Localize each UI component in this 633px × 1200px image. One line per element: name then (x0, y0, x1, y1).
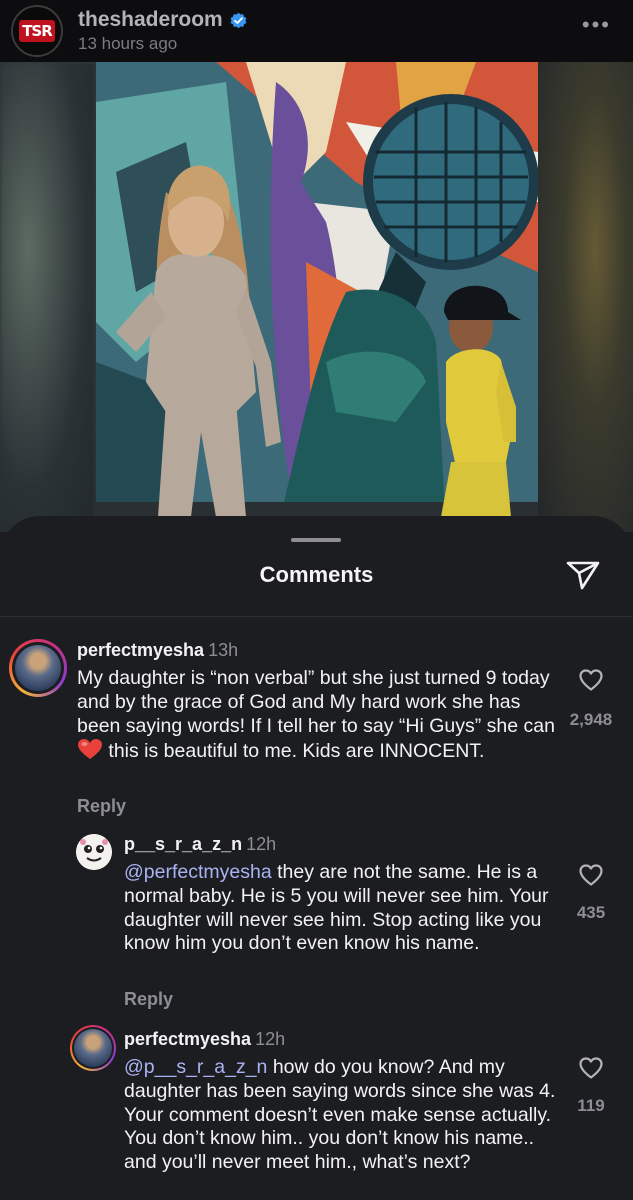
post-timestamp: 13 hours ago (78, 34, 178, 53)
mural-scene-image (96, 62, 538, 532)
reply-item: perfectmyesha 12h @p__s_r_a_z_n how do yo… (0, 516, 633, 1200)
like-control[interactable] (573, 1057, 609, 1079)
comment-time: 12h (255, 1029, 286, 1049)
like-count: 119 (577, 1096, 605, 1115)
comment-text: @p__s_r_a_z_n how do you know? And my da… (124, 1056, 556, 1175)
media-blur-left (0, 62, 96, 532)
heart-icon[interactable] (579, 1057, 603, 1079)
avatar-photo (74, 1029, 112, 1067)
comment-avatar[interactable] (70, 1025, 116, 1071)
author-username[interactable]: theshaderoom (78, 8, 223, 32)
verified-badge-icon (230, 12, 247, 28)
post-media[interactable] (0, 62, 633, 532)
media-blur-right (538, 62, 633, 532)
video-frame[interactable] (96, 62, 538, 532)
comment-username[interactable]: perfectmyesha (124, 1029, 251, 1049)
more-options-button[interactable]: ••• (582, 14, 611, 36)
comment-author[interactable]: perfectmyesha 12h (124, 1029, 285, 1050)
username-row: theshaderoom (78, 8, 248, 32)
comments-sheet: Comments perfectmyesha 13h My daughter is… (0, 516, 633, 1200)
author-avatar[interactable]: TSR (11, 5, 63, 57)
post-author-info: theshaderoom 13 hours ago (78, 8, 248, 54)
post-header: TSR theshaderoom 13 hours ago ••• (0, 0, 633, 62)
mention-link[interactable]: @p__s_r_a_z_n (124, 1056, 267, 1078)
tsr-logo: TSR (19, 20, 55, 42)
